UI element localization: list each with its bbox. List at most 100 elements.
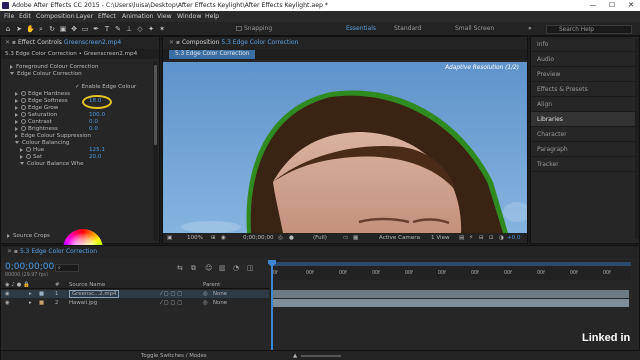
timeline-zoom-slider[interactable] — [301, 355, 341, 357]
layer-source-name[interactable]: Hawaii.jpg — [69, 299, 97, 307]
parent-pickwhip-icon[interactable]: ◎ — [203, 290, 208, 298]
stopwatch-icon[interactable] — [26, 147, 31, 152]
current-time-indicator[interactable] — [271, 260, 273, 350]
composition-tab[interactable]: ✕ ▪ Composition 5.3 Edge Color Correctio… — [163, 37, 527, 49]
pen-tool-icon[interactable]: ✒ — [92, 25, 100, 33]
effect-row[interactable]: Foreground Colour Correction — [10, 64, 99, 71]
resolution-dropdown[interactable]: (Full) — [313, 233, 327, 243]
menu-window[interactable]: Window — [177, 11, 201, 22]
effect-row[interactable]: Edge Colour Suppression — [15, 133, 91, 140]
roto-brush-tool-icon[interactable]: ✦ — [147, 25, 155, 33]
maximize-button[interactable]: ☐ — [603, 0, 621, 11]
effect-row[interactable]: Edge Hardness — [15, 91, 70, 98]
graph-editor-icon[interactable]: ◫ — [247, 264, 254, 272]
expand-layer-icon[interactable]: ▸ — [29, 299, 32, 307]
parent-dropdown[interactable]: None — [213, 290, 227, 298]
always-preview-icon[interactable]: ▣ — [167, 233, 172, 243]
expand-triangle-icon[interactable] — [15, 119, 18, 124]
parent-pickwhip-icon[interactable]: ◎ — [203, 299, 208, 307]
comp-mini-flowchart-icon[interactable]: ⇆ — [177, 264, 183, 272]
zoom-tool-icon[interactable]: ⌕ — [37, 25, 45, 33]
snapping-checkbox-icon[interactable]: ☐ — [234, 25, 244, 33]
puppet-tool-icon[interactable]: ✶ — [158, 25, 166, 33]
right-panel-item-info[interactable]: Info — [531, 37, 635, 52]
right-panel-item-effects-presets[interactable]: Effects & Presets — [531, 82, 635, 97]
menu-file[interactable]: File — [4, 11, 14, 22]
timeline-current-time[interactable]: 0;00;00;00 — [5, 262, 54, 272]
label-color-icon[interactable]: ■ — [39, 290, 44, 298]
camera-dropdown[interactable]: Active Camera — [379, 233, 420, 243]
expand-triangle-icon[interactable] — [15, 91, 18, 96]
expand-layer-icon[interactable]: ▸ — [29, 290, 32, 298]
expand-triangle-icon[interactable] — [10, 64, 13, 69]
effect-row[interactable]: Sat 20.0 — [20, 154, 101, 161]
eraser-tool-icon[interactable]: ◇ — [136, 25, 144, 33]
effect-row[interactable]: Colour Balance Whe — [20, 161, 84, 168]
expand-triangle-icon[interactable] — [20, 147, 23, 152]
parent-dropdown[interactable]: None — [213, 299, 227, 307]
flowchart-icon[interactable]: ⊡ — [489, 233, 494, 243]
region-of-interest-icon[interactable]: ▭ — [343, 233, 348, 243]
right-panel-item-align[interactable]: Align — [531, 97, 635, 112]
table-row[interactable]: ◉ ▸ ■ 1 Greensc...2.mp4 ⁄ ▢ ▢ ▢ ◎ None — [1, 290, 269, 298]
expand-triangle-icon[interactable] — [20, 154, 23, 159]
menu-composition[interactable]: Composition — [36, 11, 75, 22]
draft-3d-icon[interactable]: ⧉ — [191, 264, 196, 273]
expand-triangle-icon[interactable] — [15, 141, 19, 144]
show-channel-icon[interactable]: ● — [289, 233, 294, 243]
label-color-icon[interactable]: ■ — [39, 299, 44, 307]
effect-property-value[interactable]: 0.0 — [89, 119, 98, 126]
stopwatch-icon[interactable] — [26, 154, 31, 159]
effect-row[interactable]: Saturation 100.0 — [15, 112, 105, 119]
timeline-link-icon[interactable]: ⊟ — [479, 233, 484, 243]
time-ruler[interactable]: 0f 00f 00f 00f 00f 00f 00f 00f 00f 00f 00f — [271, 260, 631, 280]
right-panel-scrollbar[interactable] — [635, 39, 639, 239]
effect-property-value[interactable]: 125.1 — [89, 147, 105, 154]
motion-blur-icon[interactable]: ◔ — [233, 264, 239, 272]
pan-behind-tool-icon[interactable]: ✥ — [70, 25, 78, 33]
effect-controls-tab[interactable]: ✕ ▪ Effect Controls Greenscreen2.mp4 — [1, 37, 159, 49]
effect-row[interactable]: Contrast 0.0 — [15, 119, 98, 126]
effect-property-value[interactable]: 0.0 — [89, 126, 98, 133]
effect-controls-scrollbar[interactable] — [153, 61, 158, 241]
right-panel-item-libraries[interactable]: Libraries — [531, 112, 635, 127]
toggle-switches-modes-button[interactable]: Toggle Switches / Modes — [141, 352, 207, 360]
workspace-small-screen[interactable]: Small Screen — [455, 22, 494, 36]
stopwatch-icon[interactable] — [21, 91, 26, 96]
effect-row[interactable]: Colour Balancing — [15, 140, 69, 147]
stopwatch-icon[interactable] — [21, 98, 26, 103]
rectangle-tool-icon[interactable]: ▭ — [81, 25, 89, 33]
workspace-overflow-icon[interactable]: » — [528, 22, 532, 36]
right-panel-item-character[interactable]: Character — [531, 127, 635, 142]
effect-row[interactable]: Hue 125.1 — [20, 147, 105, 154]
menu-view[interactable]: View — [157, 11, 172, 22]
effect-row[interactable]: Brightness 0.0 — [15, 126, 98, 133]
source-crops-row[interactable]: Source Crops — [7, 233, 50, 240]
layer-switches-icons[interactable]: ⁄ ▢ ▢ ▢ — [161, 299, 182, 307]
grid-icon[interactable]: ⊞ — [211, 233, 216, 243]
zoom-out-icon[interactable]: ▲ — [293, 352, 297, 360]
effect-row[interactable]: Edge Grow — [15, 105, 58, 112]
workspace-standard[interactable]: Standard — [394, 22, 421, 36]
right-panel-item-preview[interactable]: Preview — [531, 67, 635, 82]
text-tool-icon[interactable]: T — [103, 25, 111, 33]
effect-row[interactable]: Edge Softness 18.0 — [15, 98, 101, 105]
right-panel-item-paragraph[interactable]: Paragraph — [531, 142, 635, 157]
stopwatch-icon[interactable] — [21, 119, 26, 124]
selection-tool-icon[interactable]: ➤ — [15, 25, 23, 33]
stopwatch-icon[interactable] — [21, 105, 26, 110]
right-panel-item-tracker[interactable]: Tracker — [531, 157, 635, 172]
view-layout-dropdown[interactable]: 1 View — [431, 233, 450, 243]
composition-viewer[interactable]: Adaptive Resolution (1/2) — [163, 62, 527, 233]
table-row[interactable]: ◉ ▸ ■ 2 Hawaii.jpg ⁄ ▢ ▢ ▢ ◎ None — [1, 299, 269, 307]
hand-tool-icon[interactable]: ✋ — [26, 25, 35, 33]
layer-switches-icons[interactable]: ⁄ ▢ ▢ ▢ — [161, 290, 182, 298]
magnification-dropdown[interactable]: 100% — [187, 233, 203, 243]
composition-subtab[interactable]: 5.3 Edge Color Correction — [169, 50, 256, 59]
menu-edit[interactable]: Edit — [19, 11, 31, 22]
menu-help[interactable]: Help — [205, 11, 219, 22]
expand-triangle-icon[interactable] — [15, 133, 18, 138]
work-area-bar[interactable] — [271, 262, 631, 266]
expand-triangle-icon[interactable] — [10, 72, 14, 75]
menu-layer[interactable]: Layer — [76, 11, 93, 22]
